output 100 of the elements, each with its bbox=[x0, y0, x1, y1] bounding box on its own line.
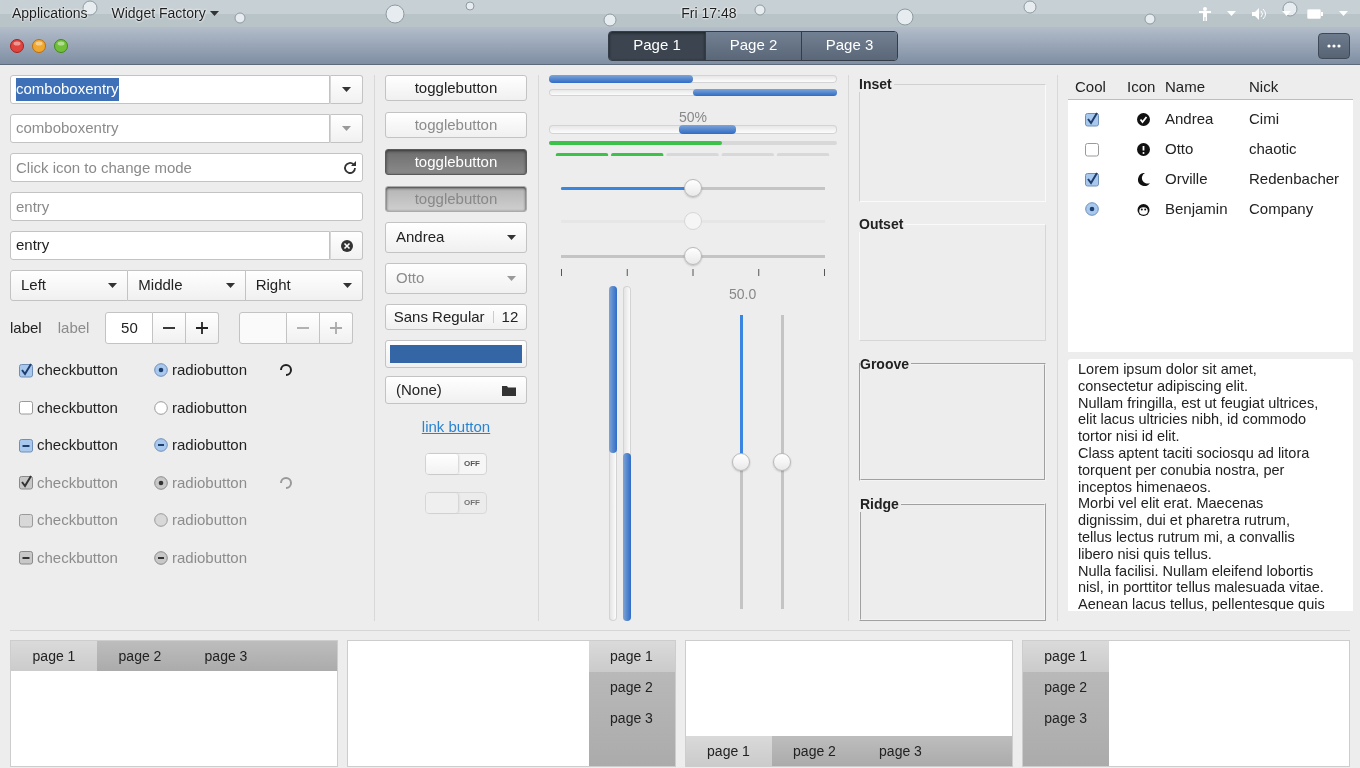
caret-icon bbox=[342, 126, 351, 131]
radio-button[interactable] bbox=[154, 363, 168, 378]
menu-icon bbox=[1327, 43, 1341, 48]
text-field[interactable]: comboboxentry bbox=[10, 75, 330, 104]
paragraph: Morbi vel elit erat. Maecenas dignissim, dui et pharetra rutrum, tellus lectus rutrum mi, a convallis libero nisi quis tellus. bbox=[1078, 495, 1296, 563]
panel-menu[interactable]: Widget Factory bbox=[111, 3, 219, 24]
frame-title: Inset bbox=[859, 77, 894, 92]
accessibility-icon[interactable] bbox=[1199, 6, 1211, 21]
table-cell-text: Benjamin bbox=[1165, 198, 1229, 219]
clock[interactable]: Fri 17:48 bbox=[681, 3, 737, 24]
dropdown-button[interactable]: Right bbox=[245, 270, 363, 301]
caret-icon bbox=[209, 11, 219, 16]
menu-button[interactable] bbox=[1318, 32, 1350, 59]
color-button[interactable] bbox=[385, 340, 527, 368]
check-circle-icon bbox=[1137, 112, 1150, 126]
radio-button[interactable] bbox=[154, 438, 168, 453]
dropdown-button[interactable]: Left bbox=[10, 270, 129, 301]
caret-icon bbox=[1227, 11, 1236, 16]
close-button[interactable] bbox=[10, 38, 24, 53]
notebook-tab[interactable]: page 1 bbox=[685, 736, 772, 766]
notebook-tab[interactable]: page 3 bbox=[857, 736, 944, 766]
clear-icon bbox=[340, 239, 353, 252]
table-cell-text: Otto bbox=[1165, 138, 1195, 159]
panel-menu[interactable]: Applications bbox=[12, 3, 88, 24]
table-cell-text: Orville bbox=[1165, 168, 1209, 189]
stack-tab[interactable]: Page 2 bbox=[705, 31, 801, 60]
caret-icon bbox=[343, 283, 352, 288]
toggle-button[interactable]: togglebutton bbox=[385, 75, 527, 101]
table-cell-text: Company bbox=[1248, 198, 1315, 219]
checkbox-label[interactable]: checkbutton bbox=[37, 434, 118, 457]
notebook-tab[interactable]: page 1 bbox=[588, 641, 675, 672]
radio-button[interactable] bbox=[154, 400, 168, 415]
notebook-tab[interactable]: page 2 bbox=[588, 672, 675, 703]
slider-handle[interactable] bbox=[773, 453, 791, 471]
radio-label[interactable]: radiobutton bbox=[172, 359, 248, 382]
checkbox[interactable] bbox=[1085, 171, 1099, 187]
notebook-tab[interactable]: page 2 bbox=[97, 641, 183, 671]
radio-button[interactable] bbox=[1085, 202, 1099, 216]
dropdown-button[interactable] bbox=[330, 75, 363, 104]
minimize-button[interactable] bbox=[32, 38, 46, 53]
toggle-button[interactable]: togglebutton bbox=[385, 149, 527, 175]
caret-icon bbox=[225, 283, 235, 288]
checkbox-label[interactable]: checkbutton bbox=[37, 396, 118, 419]
checkbox[interactable] bbox=[19, 362, 33, 378]
plus-icon bbox=[329, 322, 344, 334]
maximize-button[interactable] bbox=[54, 38, 68, 53]
minus-button[interactable] bbox=[153, 312, 187, 344]
file-chooser-button[interactable]: (None) bbox=[385, 376, 527, 404]
paragraph: Class aptent taciti sociosqu ad litora torquent per conubia nostra, per inceptos himenaeos. bbox=[1078, 445, 1311, 496]
radio-label[interactable]: radiobutton bbox=[172, 434, 248, 457]
slider-handle[interactable] bbox=[684, 179, 702, 198]
stack-tab[interactable]: Page 1 bbox=[609, 31, 705, 60]
folder-icon bbox=[502, 384, 516, 396]
checkbox[interactable] bbox=[1085, 111, 1099, 127]
spin-field[interactable]: 50 bbox=[105, 312, 154, 344]
caret-icon bbox=[507, 235, 516, 240]
caret-icon bbox=[507, 276, 516, 281]
column-header[interactable]: Name bbox=[1165, 75, 1239, 99]
checkbox[interactable] bbox=[1085, 141, 1099, 157]
column-header[interactable]: Cool bbox=[1075, 75, 1127, 99]
caret-icon bbox=[342, 87, 351, 92]
slider-handle[interactable] bbox=[684, 247, 702, 266]
notebook-tab[interactable]: page 2 bbox=[771, 736, 858, 766]
paragraph: Lorem ipsum dolor sit amet, consectetur adipiscing elit. bbox=[1078, 361, 1258, 395]
notebook-tab[interactable]: page 3 bbox=[183, 641, 269, 671]
stack-tab[interactable]: Page 3 bbox=[801, 31, 897, 60]
notebook-tab[interactable]: page 1 bbox=[1022, 641, 1109, 672]
monkey-icon bbox=[1137, 202, 1150, 216]
column-header[interactable]: Icon bbox=[1127, 75, 1165, 99]
checkbox-label[interactable]: checkbutton bbox=[37, 359, 118, 382]
battery-icon[interactable] bbox=[1307, 8, 1323, 19]
column-header[interactable]: Nick bbox=[1239, 75, 1349, 99]
notebook-tab[interactable]: page 3 bbox=[1022, 703, 1109, 734]
switch[interactable]: OFF bbox=[425, 452, 487, 475]
notebook-tab[interactable]: page 1 bbox=[11, 641, 97, 671]
radio-label[interactable]: radiobutton bbox=[172, 396, 248, 419]
volume-icon[interactable] bbox=[1252, 7, 1266, 20]
paragraph: Nullam fringilla, est ut feugiat ultrices, elit lacus ultricies nibh, id commodo tortor nisi id elit. bbox=[1078, 394, 1320, 445]
caret-icon bbox=[1339, 11, 1348, 16]
slider-handle[interactable] bbox=[732, 453, 750, 471]
checkbox[interactable] bbox=[19, 400, 33, 416]
dropdown-button[interactable]: Andrea bbox=[385, 222, 527, 253]
plus-button[interactable] bbox=[186, 312, 220, 344]
moon-icon bbox=[1137, 172, 1150, 186]
table-cell-text: Andrea bbox=[1165, 108, 1215, 129]
frame-title: Ridge bbox=[860, 497, 901, 513]
font-button[interactable]: Sans Regular 12 bbox=[385, 304, 527, 330]
text-field[interactable]: entry bbox=[10, 231, 330, 260]
clear-button[interactable] bbox=[330, 231, 363, 260]
frame-title: Groove bbox=[860, 357, 911, 373]
dropdown-button[interactable]: Middle bbox=[128, 270, 246, 301]
table-cell-text: Redenbacher bbox=[1248, 168, 1341, 189]
exclamation-icon bbox=[1137, 142, 1150, 156]
checkbox[interactable] bbox=[19, 437, 33, 453]
refresh-icon[interactable] bbox=[343, 160, 357, 175]
table-cell-text: chaotic bbox=[1248, 138, 1298, 159]
slider-value: 50.0 bbox=[729, 286, 758, 302]
notebook-tab[interactable]: page 2 bbox=[1022, 672, 1109, 703]
notebook-tab[interactable]: page 3 bbox=[588, 703, 675, 734]
table-cell-text: Cimi bbox=[1248, 108, 1280, 129]
